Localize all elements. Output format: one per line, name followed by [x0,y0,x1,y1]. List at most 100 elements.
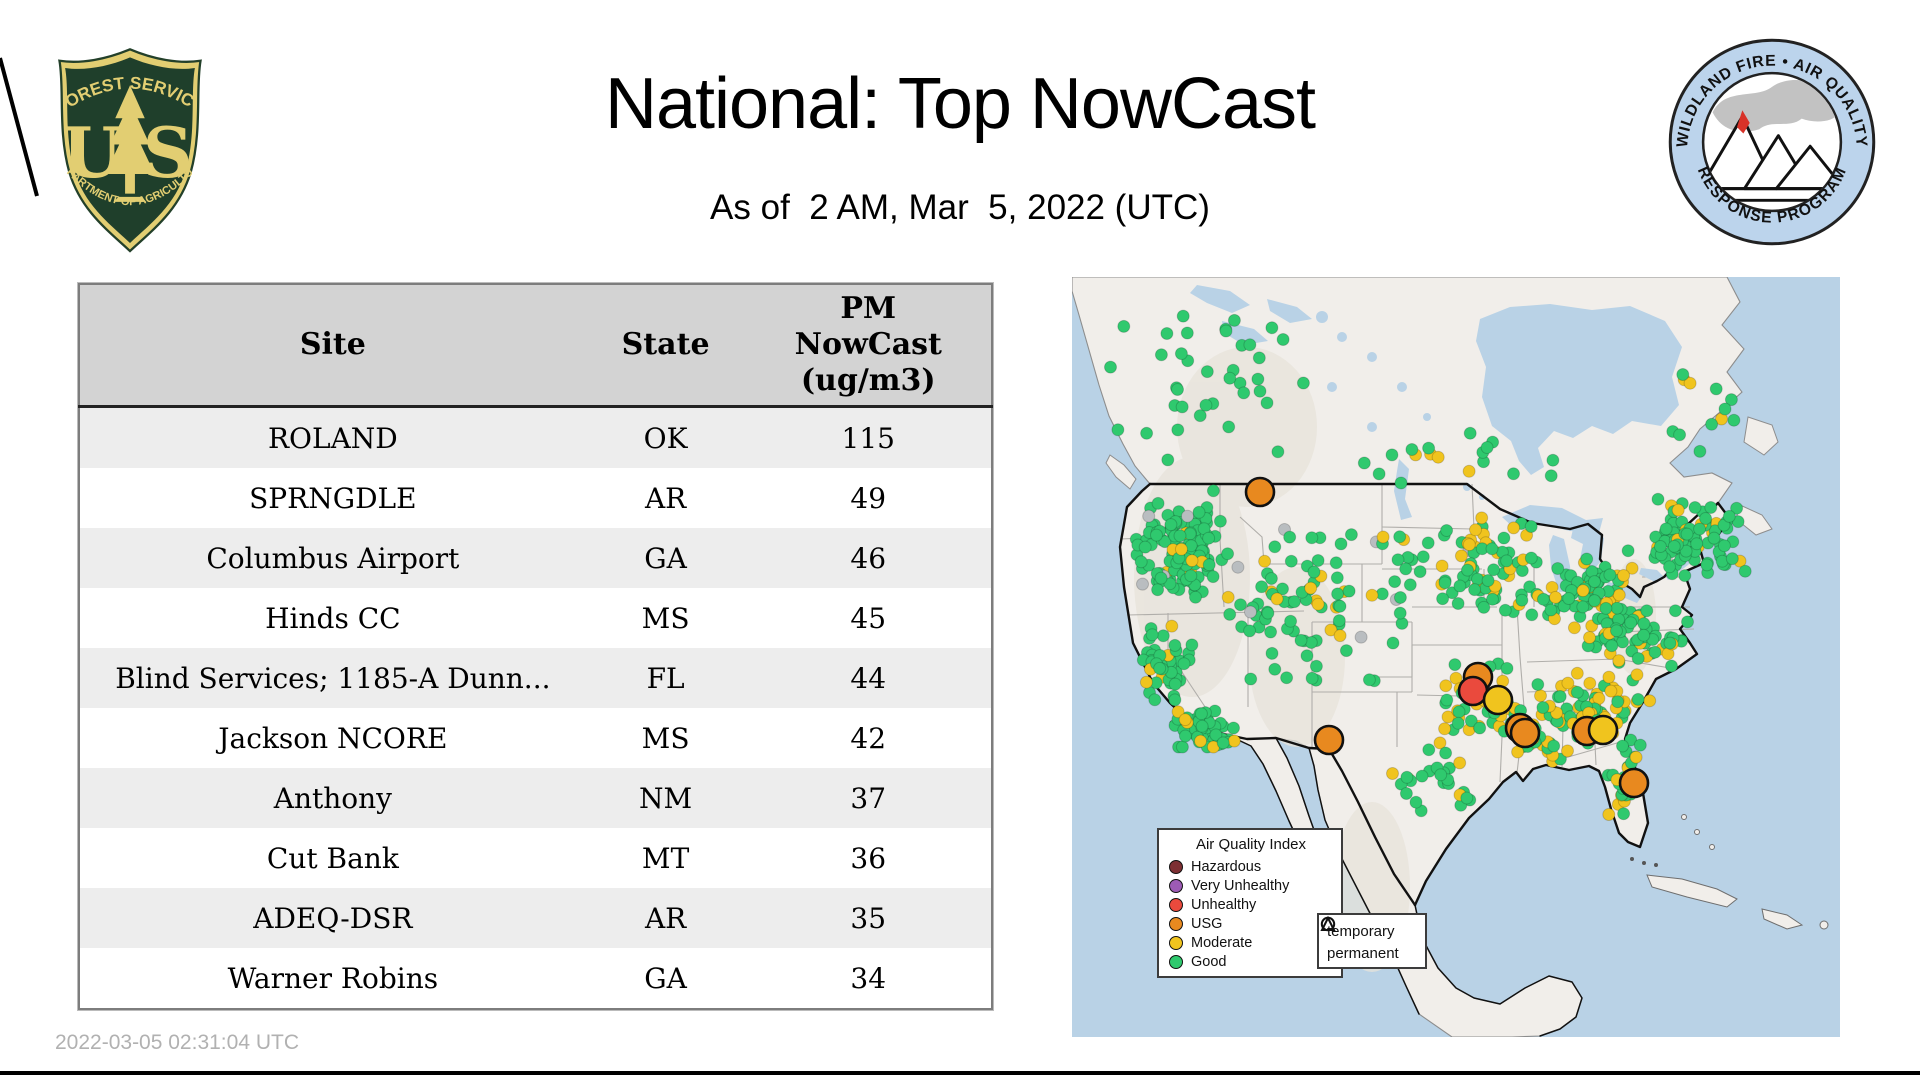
aqi-dot [1452,705,1466,719]
aqi-dot [1142,509,1156,523]
us-aqi-map: Air Quality Index Hazardous Very Unhealth… [1072,277,1840,1037]
aqi-dot [1393,606,1407,620]
aqi-dot [1134,555,1148,569]
aqi-dot [1334,537,1348,551]
aqi-dot [1202,558,1216,572]
state-cell: MS [585,588,746,648]
aqi-dot [1451,597,1465,610]
wfaqrp-logo: WILDLAND FIRE • AIR QUALITY RESPONSE PRO… [1668,38,1876,246]
aqi-dot [1507,467,1520,481]
aqi-dot [1439,746,1453,760]
site-cell: Columbus Airport [79,528,586,588]
aqi-dot [1431,450,1445,464]
site-cell: Cut Bank [79,828,586,888]
aqi-dot [1227,734,1241,748]
aqi-dot [1311,554,1325,567]
aqi-dot [1454,549,1468,563]
site-cell: Warner Robins [79,948,586,1009]
aqi-dot [1653,540,1667,553]
aqi-dot [1422,441,1436,455]
aqi-dot [1718,402,1732,416]
aqi-dot [1202,531,1216,545]
aqi-dot [1150,528,1163,542]
aqi-dot [1462,464,1476,478]
aqi-dot [1567,621,1581,635]
aqi-dot [1463,426,1477,440]
aqi-dot [1206,484,1220,498]
aqi-dot [1189,590,1202,604]
aqi-dot [1386,636,1400,650]
aqi-dot [1403,578,1417,592]
aqi-dot [1551,562,1565,575]
aqi-dot [1331,587,1345,601]
aqi-dot [1243,624,1257,638]
aqi-dot [1252,351,1266,365]
aqi-dot [1651,492,1665,506]
aqi-dot [1727,413,1741,427]
aqi-dot [1333,629,1347,643]
aqi-legend-item: Unhealthy [1169,895,1333,914]
aqi-dot [1680,527,1694,541]
aqi-dot [1603,568,1617,582]
aqi-dot [1264,625,1278,639]
state-cell: GA [585,528,746,588]
aqi-dot [1365,588,1379,602]
aqi-dot [1244,605,1257,619]
aqi-dot [1185,554,1199,568]
aqi-dot [1304,581,1318,595]
aqi-dot [1473,721,1487,735]
aqi-legend-item: USG [1169,914,1333,933]
aqi-legend-label: Unhealthy [1191,896,1257,913]
aqi-dot [1194,707,1208,721]
site-cell: Jackson NCORE [79,708,586,768]
aqi-dot [1194,734,1207,748]
aqi-dot [1681,615,1694,629]
value-cell: 44 [745,648,992,708]
aqi-dot [1678,569,1692,583]
aqi-dot [1561,744,1574,758]
value-cell: 34 [745,948,992,1009]
aqi-dot [1616,739,1629,753]
aqi-dot [1234,598,1247,612]
aqi-dot [1307,565,1321,579]
aqi-dot [1333,599,1347,613]
aqi-dot [1260,396,1274,410]
aqi-dot [1587,594,1601,608]
moderate-swatch-icon [1169,935,1183,950]
aqi-dot [1161,453,1175,467]
aqi-dot [1481,574,1495,587]
aqi-dot [1576,600,1590,614]
aqi-dot [1151,496,1165,510]
aqi-dot [1178,729,1192,743]
aqi-dot [1485,542,1499,556]
aqi-dot [1475,511,1489,525]
aqi-dot [1477,600,1491,614]
hazardous-swatch-icon [1169,859,1183,874]
aqi-dot [1637,617,1651,631]
aqi-dot [1673,428,1687,442]
aqi-dot [1173,529,1187,543]
very_unhealthy-swatch-icon [1169,878,1183,893]
table-row: Hinds CC MS 45 [79,588,992,648]
value-cell: 35 [745,888,992,948]
aqi-dot [1580,552,1594,566]
aqi-dot [1561,676,1575,690]
aqi-dot [1148,693,1162,707]
aqi-dot [1602,808,1616,821]
aqi-dot [1265,321,1279,335]
aqi-dot [1409,795,1423,809]
aqi-dot [1160,327,1174,340]
aqi-dot [1438,576,1452,590]
aqi-dot [1185,638,1199,652]
aqi-dot [1177,657,1191,671]
aqi-legend-label: Moderate [1191,934,1253,951]
legend-item-permanent: permanent [1320,915,1419,964]
unhealthy-swatch-icon [1169,897,1183,912]
frame-corner-mark [0,57,39,197]
aqi-legend-label: Good [1191,953,1227,970]
aqi-dot [1223,371,1237,385]
aqi-dot [1583,631,1596,644]
aqi-dot [1451,716,1465,730]
aqi-dot [1268,540,1282,554]
usg-swatch-icon [1169,916,1183,931]
